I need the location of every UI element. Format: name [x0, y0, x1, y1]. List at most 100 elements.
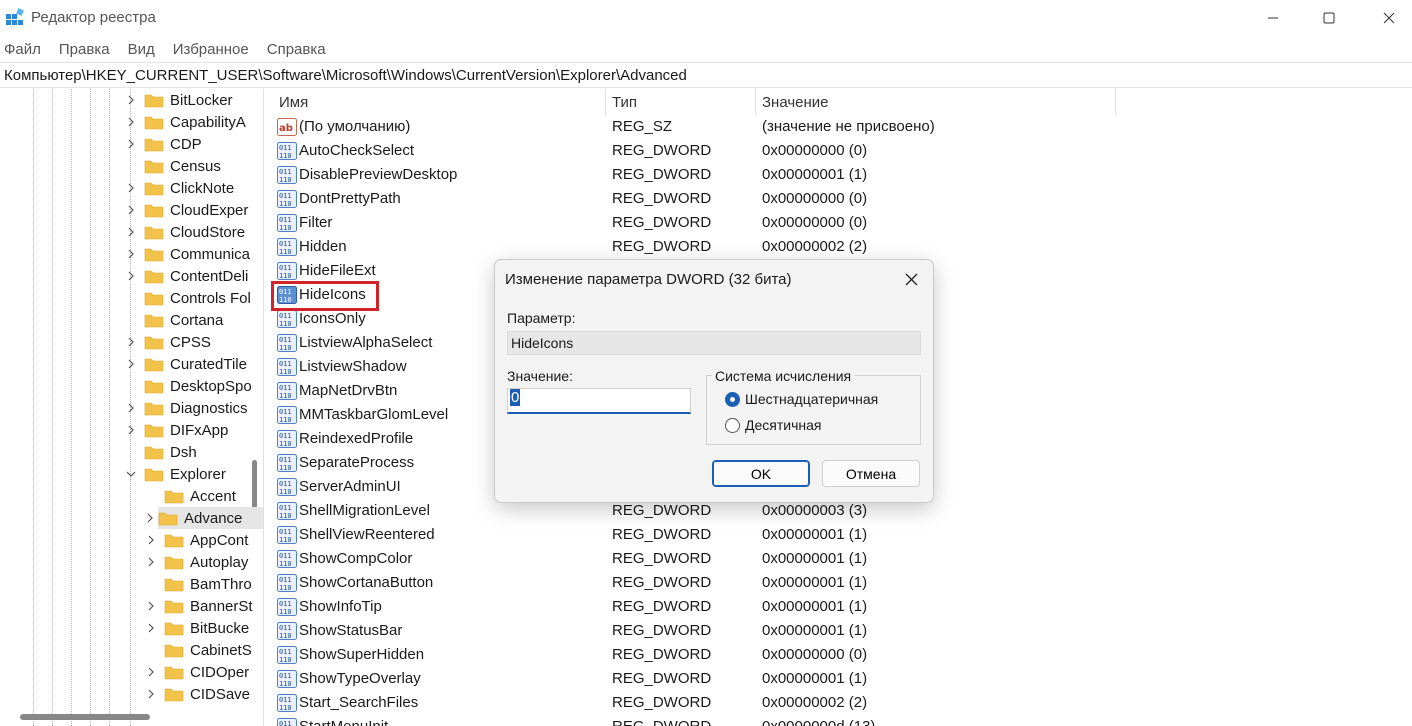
- chevron-right-icon[interactable]: [124, 331, 138, 353]
- radio-hex[interactable]: Шестнадцатеричная: [725, 391, 878, 407]
- value-input[interactable]: 0: [507, 388, 691, 414]
- dword-value-icon: 011110: [277, 694, 297, 712]
- tree-item[interactable]: Autoplay: [144, 551, 248, 573]
- value-name: AutoCheckSelect: [299, 142, 415, 159]
- tree-item[interactable]: BitLocker: [124, 89, 233, 111]
- value-row[interactable]: 011110StartMenuInit REG_DWORD 0x0000000d (…: [270, 715, 1170, 726]
- tree-item[interactable]: DIFxApp: [124, 419, 228, 441]
- value-type: REG_DWORD: [612, 502, 712, 519]
- value-row[interactable]: 011 110 Start_SearchFiles REG_DWORD 0x000000…: [270, 691, 1170, 715]
- chevron-right-icon[interactable]: [144, 529, 158, 551]
- tree-item[interactable]: CIDSave: [144, 683, 250, 705]
- tree-item[interactable]: ContentDeli: [124, 265, 248, 287]
- maximize-button[interactable]: [1306, 0, 1352, 36]
- tree-item[interactable]: Controls Fol: [124, 287, 251, 309]
- column-header-name[interactable]: Имя: [279, 89, 308, 115]
- close-icon: [1383, 12, 1395, 24]
- chevron-right-icon[interactable]: [124, 199, 138, 221]
- close-window-button[interactable]: [1366, 0, 1412, 36]
- tree-item[interactable]: CIDOper: [144, 661, 249, 683]
- tree-item[interactable]: CPSS: [124, 331, 211, 353]
- tree-item[interactable]: CloudStore: [124, 221, 245, 243]
- chevron-right-icon[interactable]: [124, 419, 138, 441]
- tree-item[interactable]: AppCont: [144, 529, 248, 551]
- radio-dec[interactable]: Десятичная: [725, 417, 821, 433]
- dialog-close-button[interactable]: [901, 269, 921, 289]
- value-row[interactable]: 011 110 ShowCortanaButton REG_DWORD 0x000000…: [270, 571, 1170, 595]
- value-row[interactable]: 011 110 DontPrettyPath REG_DWORD 0x00000000 …: [270, 187, 1170, 211]
- menu-favorites[interactable]: Избранное: [173, 41, 249, 58]
- tree-item[interactable]: CabinetS: [144, 639, 252, 661]
- chevron-right-icon[interactable]: [124, 353, 138, 375]
- menu-bar: Файл Правка Вид Избранное Справка: [0, 36, 1412, 62]
- value-name: ShowCompColor: [299, 550, 413, 567]
- value-row[interactable]: 011 110 Hidden REG_DWORD 0x00000002 (2): [270, 235, 1170, 259]
- tree-item[interactable]: BitBucke: [144, 617, 249, 639]
- address-bar[interactable]: Компьютер\HKEY_CURRENT_USER\Software\Mic…: [0, 62, 1412, 88]
- chevron-right-icon[interactable]: [124, 265, 138, 287]
- value-row[interactable]: 011 110 ShowSuperHidden REG_DWORD 0x00000000…: [270, 643, 1170, 667]
- menu-edit[interactable]: Правка: [59, 41, 110, 58]
- tree-item[interactable]: Accent: [144, 485, 236, 507]
- tree-item[interactable]: BannerSt: [144, 595, 253, 617]
- value-row[interactable]: 011 110 ShowStatusBar REG_DWORD 0x00000001 (…: [270, 619, 1170, 643]
- chevron-right-icon[interactable]: [124, 89, 138, 111]
- tree-item[interactable]: CapabilityA: [124, 111, 246, 133]
- value-type: REG_DWORD: [612, 214, 712, 231]
- tree-item[interactable]: Dsh: [124, 441, 197, 463]
- svg-text:011: 011: [279, 264, 292, 272]
- column-header-type[interactable]: Тип: [612, 89, 637, 115]
- value-row[interactable]: 011 110 ShowTypeOverlay REG_DWORD 0x00000001…: [270, 667, 1170, 691]
- minimize-button[interactable]: [1250, 0, 1296, 36]
- registry-tree[interactable]: BitLocker CapabilityA CDP Census ClickNote Cl…: [0, 89, 264, 726]
- chevron-right-icon[interactable]: [144, 617, 158, 639]
- ok-button[interactable]: OK: [712, 460, 810, 487]
- folder-icon: [144, 424, 164, 438]
- tree-item[interactable]: Explorer: [124, 463, 226, 485]
- value-row[interactable]: 011 110 ShellViewReentered REG_DWORD 0x00000…: [270, 523, 1170, 547]
- value-row[interactable]: 011 110 ShowInfoTip REG_DWORD 0x00000001 (1): [270, 595, 1170, 619]
- chevron-right-icon[interactable]: [124, 111, 138, 133]
- value-row[interactable]: 011 110 AutoCheckSelect REG_DWORD 0x00000000…: [270, 139, 1170, 163]
- tree-item[interactable]: CloudExper: [124, 199, 248, 221]
- chevron-right-icon[interactable]: [146, 507, 154, 529]
- chevron-right-icon[interactable]: [124, 221, 138, 243]
- value-row[interactable]: 011 110 DisablePreviewDesktop REG_DWORD 0x00…: [270, 163, 1170, 187]
- dword-value-icon: 011110: [277, 550, 297, 568]
- tree-item[interactable]: Cortana: [124, 309, 223, 331]
- tree-item[interactable]: Census: [124, 155, 221, 177]
- svg-text:110: 110: [279, 584, 292, 592]
- tree-item[interactable]: DesktopSpo: [124, 375, 252, 397]
- chevron-right-icon[interactable]: [144, 661, 158, 683]
- tree-item[interactable]: BamThro: [144, 573, 252, 595]
- tree-item[interactable]: Diagnostics: [124, 397, 248, 419]
- chevron-right-icon[interactable]: [124, 133, 138, 155]
- column-header-value[interactable]: Значение: [762, 89, 829, 115]
- cancel-button[interactable]: Отмена: [822, 460, 920, 487]
- chevron-right-icon[interactable]: [124, 397, 138, 419]
- tree-item-label: CIDOper: [190, 663, 250, 681]
- value-row[interactable]: 011 110 Filter REG_DWORD 0x00000000 (0): [270, 211, 1170, 235]
- menu-file[interactable]: Файл: [4, 41, 41, 58]
- menu-view[interactable]: Вид: [128, 41, 155, 58]
- chevron-right-icon[interactable]: [144, 551, 158, 573]
- chevron-right-icon[interactable]: [124, 243, 138, 265]
- tree-item[interactable]: CDP: [124, 133, 202, 155]
- tree-item[interactable]: Advance: [158, 507, 263, 529]
- tree-item[interactable]: ClickNote: [124, 177, 234, 199]
- menu-help[interactable]: Справка: [267, 41, 326, 58]
- column-separator[interactable]: [1115, 89, 1116, 115]
- chevron-right-icon[interactable]: [144, 683, 158, 705]
- tree-item[interactable]: Communica: [124, 243, 250, 265]
- chevron-down-icon[interactable]: [124, 463, 138, 485]
- value-row[interactable]: 011 110 ShowCompColor REG_DWORD 0x00000001 (…: [270, 547, 1170, 571]
- column-separator[interactable]: [755, 89, 756, 115]
- value-row[interactable]: ab (По умолчанию) REG_SZ (значение не присв…: [270, 115, 1170, 139]
- chevron-right-icon[interactable]: [144, 595, 158, 617]
- column-separator[interactable]: [605, 89, 606, 115]
- tree-horizontal-scrollbar[interactable]: [20, 714, 150, 720]
- tree-item[interactable]: CuratedTile: [124, 353, 247, 375]
- chevron-right-icon[interactable]: [124, 177, 138, 199]
- folder-icon: [144, 468, 164, 482]
- value-type: REG_DWORD: [612, 142, 712, 159]
